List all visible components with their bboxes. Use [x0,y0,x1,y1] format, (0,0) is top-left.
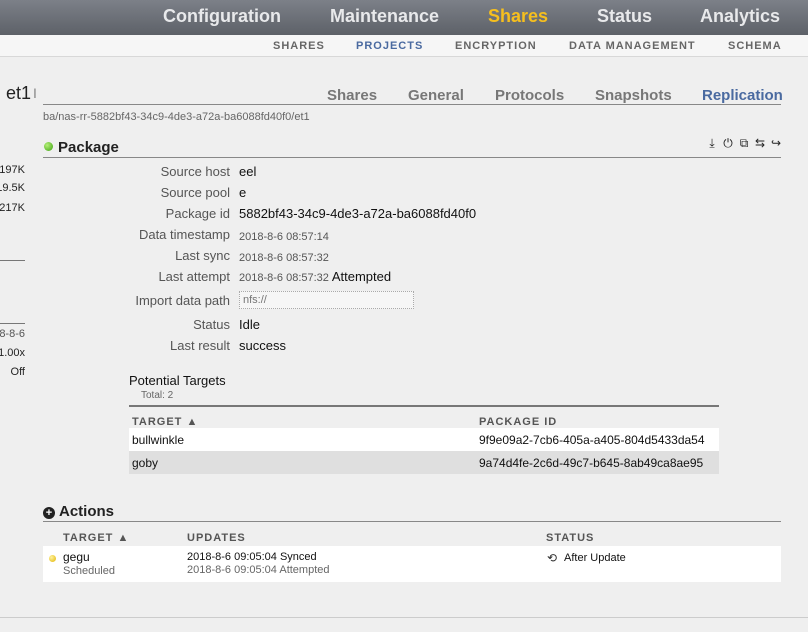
nav-configuration[interactable]: Configuration [163,6,281,27]
col-updates-header[interactable]: UPDATES [187,532,246,544]
action-status: After Update [564,552,626,564]
package-id-cell: 9a74d4fe-2c6d-49c7-b645-8ab49ca8ae95 [479,456,704,470]
source-host-label: Source host [160,164,230,179]
import-path-input[interactable] [239,291,414,309]
col-target-header[interactable]: TARGET ▲ [63,532,129,544]
clone-icon[interactable]: ⧉ [737,136,751,150]
power-icon[interactable]: ⏻ [721,136,735,150]
nav-maintenance[interactable]: Maintenance [330,6,439,27]
data-timestamp-label: Data timestamp [138,227,230,242]
last-attempt-status: Attempted [331,269,392,284]
table-header: TARGET ▲ PACKAGE ID [129,405,719,428]
package-title: Package [58,139,119,156]
source-pool-value: e [239,185,247,200]
subnav-projects[interactable]: PROJECTS [356,40,423,52]
package-id-value: 5882bf43-34c9-4de3-a72a-ba6088fd40f0 [239,206,477,221]
target-cell: goby [132,456,159,470]
tab-shares[interactable]: Shares [327,87,377,104]
data-timestamp-value: 2018-8-6 08:57:14 [239,231,329,243]
section-divider [43,157,781,158]
source-host-value: eel [239,164,257,179]
top-nav: Configuration Maintenance Shares Status … [0,0,808,35]
import-path-label: Import data path [135,293,230,308]
scheduled-status-icon [49,555,56,562]
col-target-header[interactable]: TARGET ▲ [132,416,198,428]
actions-header: + Actions [43,503,114,520]
potential-targets-title: Potential Targets [129,373,226,388]
table-row[interactable]: bullwinkle 9f9e09a2-7cb6-405a-a405-804d5… [129,428,719,451]
potential-targets-total: Total: 2 [141,390,174,401]
actions-title: Actions [59,503,115,520]
sever-icon[interactable]: ↪ [769,136,783,150]
last-attempt-label: Last attempt [158,269,230,284]
col-status-header[interactable]: STATUS [546,532,594,544]
action-update-attempted: 2018-8-6 09:05:04 Attempted [187,564,330,576]
package-id-cell: 9f9e09a2-7cb6-405a-a405-804d5433da54 [479,433,705,447]
last-attempt-value: 2018-8-6 08:57:32 Attempted [239,269,392,284]
package-id-label: Package id [165,206,230,221]
package-header: Package [44,139,119,156]
add-action-icon[interactable]: + [43,507,55,519]
tab-snapshots[interactable]: Snapshots [595,87,672,104]
package-toolbar: ⤓ ⏻ ⧉ ⇆ ↪ [705,136,783,152]
text-cursor-icon: I [33,85,37,101]
breadcrumb: ba/nas-rr-5882bf43-34c9-4de3-a72a-ba6088… [43,111,310,123]
tab-general[interactable]: General [408,87,464,104]
nav-shares[interactable]: Shares [488,6,548,27]
action-row[interactable]: gegu Scheduled 2018-8-6 09:05:04 Synced … [43,546,781,582]
potential-targets-table: TARGET ▲ PACKAGE ID bullwinkle 9f9e09a2-… [129,405,719,474]
action-target-sub: Scheduled [63,565,115,577]
subnav-schema[interactable]: SCHEMA [728,40,782,52]
reverse-icon[interactable]: ⇆ [753,136,767,150]
last-sync-value: 2018-8-6 08:57:32 [239,252,329,264]
nav-status[interactable]: Status [597,6,652,27]
section-divider [43,521,781,522]
status-label: Status [193,317,230,332]
sync-icon: ⟲ [547,551,558,565]
last-sync-label: Last sync [175,248,230,263]
table-row[interactable]: goby 9a74d4fe-2c6d-49c7-b645-8ab49ca8ae9… [129,451,719,474]
left-value-off: Off [10,366,25,378]
action-target: gegu [63,550,90,564]
tab-divider [43,104,781,105]
left-panel: 197K 19.5K 217K 8-8-6 1.00x Off [0,57,27,617]
subnav-data-management[interactable]: DATA MANAGEMENT [569,40,696,52]
last-result-value: success [239,338,286,353]
sub-nav: SHARES PROJECTS ENCRYPTION DATA MANAGEME… [0,35,808,57]
target-cell: bullwinkle [132,433,185,447]
col-package-id-header[interactable]: PACKAGE ID [479,416,557,428]
status-ok-icon [44,142,53,151]
action-update-synced: 2018-8-6 09:05:04 Synced [187,551,317,563]
source-pool-label: Source pool [160,185,230,200]
download-icon[interactable]: ⤓ [705,136,719,150]
tab-protocols[interactable]: Protocols [495,87,564,104]
nav-analytics[interactable]: Analytics [700,6,780,27]
tab-replication[interactable]: Replication [702,87,783,104]
footer-divider [0,617,808,618]
subnav-shares[interactable]: SHARES [273,40,325,52]
subnav-encryption[interactable]: ENCRYPTION [455,40,537,52]
status-value: Idle [239,317,260,332]
last-result-label: Last result [170,338,230,353]
